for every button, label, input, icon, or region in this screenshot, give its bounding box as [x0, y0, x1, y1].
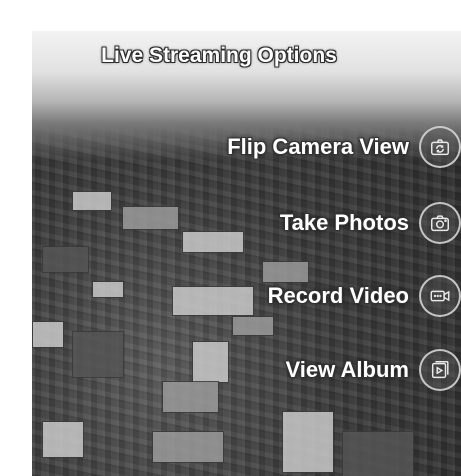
- camera-live-view: Live Streaming Options Flip Camera View …: [32, 31, 461, 476]
- page-title: Live Streaming Options: [101, 44, 337, 67]
- option-view-album[interactable]: View Album: [286, 345, 461, 395]
- option-label: View Album: [285, 357, 409, 382]
- album-icon[interactable]: [419, 349, 461, 391]
- option-label: Flip Camera View: [227, 134, 409, 159]
- option-take-photos[interactable]: Take Photos: [280, 198, 461, 248]
- video-camera-icon[interactable]: [419, 275, 461, 317]
- option-label: Record Video: [267, 283, 409, 308]
- flip-camera-icon[interactable]: [419, 126, 461, 168]
- option-record-video[interactable]: Record Video: [268, 271, 461, 321]
- option-flip-camera[interactable]: Flip Camera View: [227, 122, 461, 172]
- camera-icon[interactable]: [419, 202, 461, 244]
- option-label: Take Photos: [279, 210, 409, 235]
